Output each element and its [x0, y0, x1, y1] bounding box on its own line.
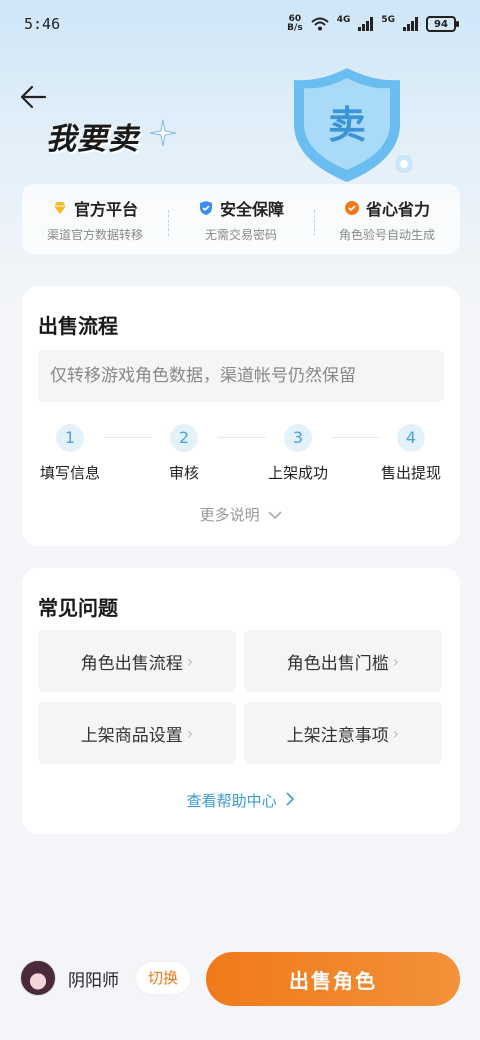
page-title: 我要卖 — [46, 122, 139, 157]
feature-subtitle: 无需交易密码 — [204, 227, 277, 242]
back-button[interactable] — [18, 84, 50, 112]
step-label: 填写信息 — [39, 464, 100, 482]
signal-icon — [403, 17, 418, 31]
feature-subtitle: 渠道官方数据转移 — [46, 227, 143, 242]
sparkle-icon — [149, 119, 177, 147]
faq-item[interactable]: 上架商品设置 › — [38, 702, 236, 764]
feature-convenience: 省心省力 角色验号自动生成 — [314, 196, 460, 243]
faq-item[interactable]: 上架注意事项 › — [244, 702, 442, 764]
features-bar: 官方平台 渠道官方数据转移 安全保障 无需交易密码 省心省力 角色验号自动生成 — [22, 184, 460, 254]
more-info-label: 更多说明 — [199, 506, 260, 524]
faq-card: 常见问题 角色出售流程 › 角色出售门槛 › 上架商品设置 › 上架注意事项 ›… — [22, 568, 460, 834]
more-info-link[interactable]: 更多说明 — [22, 504, 460, 525]
help-center-link[interactable]: 查看帮助中心 — [22, 790, 460, 811]
net-type-4g: 4G — [336, 15, 351, 25]
status-icons: 60 B/s 4G 5G 94 — [287, 15, 459, 33]
chevron-down-icon — [268, 511, 282, 520]
process-step: 4 售出提现 — [371, 424, 451, 483]
faq-item-label: 上架商品设置 — [80, 725, 183, 746]
step-number: 2 — [170, 424, 198, 452]
process-steps: 1 填写信息 2 审核 3 上架成功 4 售出提现 — [22, 424, 460, 484]
feature-subtitle: 角色验号自动生成 — [338, 227, 435, 242]
net-type-5g: 5G — [381, 15, 395, 25]
step-number: 1 — [56, 424, 84, 452]
chevron-right-icon: › — [392, 651, 400, 671]
shield-illustration: 卖 — [294, 68, 413, 182]
feature-official-platform: 官方平台 渠道官方数据转移 — [22, 196, 168, 243]
step-label: 售出提现 — [380, 464, 441, 482]
signal-icon — [358, 17, 374, 31]
faq-item-label: 角色出售流程 — [80, 653, 183, 674]
net-speed: 60 B/s — [287, 15, 303, 33]
section-title: 出售流程 — [38, 314, 118, 338]
step-number: 4 — [397, 424, 425, 452]
battery-icon: 94 — [426, 16, 459, 32]
sale-process-card: 出售流程 仅转移游戏角色数据，渠道帐号仍然保留 1 填写信息 2 审核 3 上架… — [22, 286, 460, 546]
chevron-right-icon — [286, 792, 295, 806]
section-title: 常见问题 — [38, 596, 118, 620]
check-badge-icon — [344, 200, 359, 215]
faq-item[interactable]: 角色出售流程 › — [38, 630, 236, 692]
process-step: 2 审核 — [144, 424, 224, 483]
feature-title: 省心省力 — [365, 199, 430, 219]
step-label: 审核 — [168, 464, 199, 482]
step-label: 上架成功 — [267, 464, 328, 482]
chevron-right-icon: › — [392, 723, 400, 743]
shield-check-icon — [199, 200, 212, 215]
feature-title: 安全保障 — [219, 199, 284, 219]
sell-character-button[interactable]: 出售角色 — [206, 952, 460, 1006]
faq-item-label: 上架注意事项 — [286, 725, 389, 746]
process-step: 3 上架成功 — [258, 424, 338, 483]
gem-icon — [53, 201, 66, 214]
process-step: 1 填写信息 — [30, 424, 110, 483]
help-center-label: 查看帮助中心 — [186, 792, 277, 810]
status-bar: 5:46 60 B/s 4G 5G 94 — [0, 0, 480, 48]
wifi-icon — [311, 17, 329, 31]
process-notice: 仅转移游戏角色数据，渠道帐号仍然保留 — [38, 350, 444, 402]
feature-title: 官方平台 — [73, 199, 138, 219]
net-speed-unit: B/s — [287, 23, 303, 33]
game-name: 阴阳师 — [68, 971, 119, 991]
feature-security: 安全保障 无需交易密码 — [168, 196, 314, 243]
faq-item[interactable]: 角色出售门槛 › — [244, 630, 442, 692]
shield-char: 卖 — [328, 103, 366, 147]
status-time: 5:46 — [24, 15, 61, 33]
chevron-right-icon: › — [186, 723, 194, 743]
switch-game-button[interactable]: 切换 — [136, 962, 190, 994]
arrow-left-icon — [20, 85, 47, 109]
step-number: 3 — [284, 424, 312, 452]
faq-item-label: 角色出售门槛 — [286, 653, 389, 674]
game-avatar — [20, 960, 56, 996]
chevron-right-icon: › — [186, 651, 194, 671]
